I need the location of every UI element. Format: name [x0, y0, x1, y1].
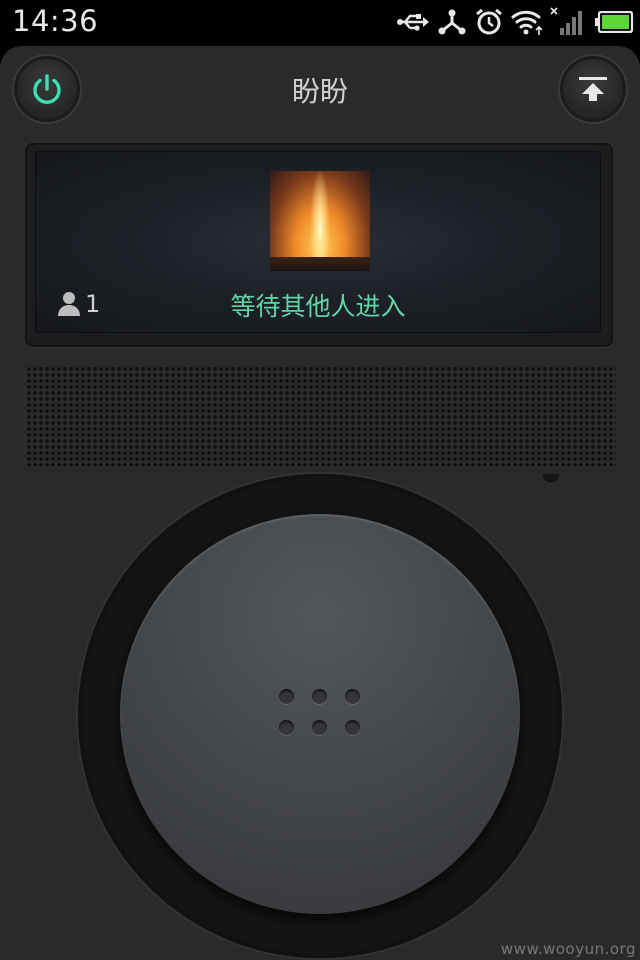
display-panel: 1 等待其他人进入 [25, 143, 613, 347]
display-screen: 1 等待其他人进入 [35, 151, 601, 333]
walkie-talkie-app: 盼盼 1 等待其他人进入 www.wooyun.org [0, 46, 640, 960]
grip-dots-icon [279, 689, 361, 737]
page-title: 盼盼 [291, 75, 348, 108]
signal-icon [550, 6, 586, 38]
battery-icon [594, 6, 634, 38]
push-to-talk-button[interactable] [120, 514, 520, 914]
status-bar: 14:36 [0, 0, 640, 44]
talk-dial-ring [78, 474, 562, 958]
usb-debug-icon [437, 6, 467, 38]
status-text: 等待其他人进入 [230, 292, 406, 321]
microphone-hole [543, 474, 559, 484]
wifi-icon [510, 6, 544, 38]
watermark: www.wooyun.org [500, 940, 636, 958]
alarm-icon [474, 6, 504, 38]
upload-button[interactable] [560, 56, 626, 122]
usb-icon [396, 6, 430, 38]
clock: 14:36 [12, 4, 99, 38]
top-bar: 盼盼 [0, 46, 640, 136]
upload-icon [579, 77, 607, 101]
channel-cover-image[interactable] [270, 171, 370, 271]
speaker-grille [26, 366, 616, 466]
